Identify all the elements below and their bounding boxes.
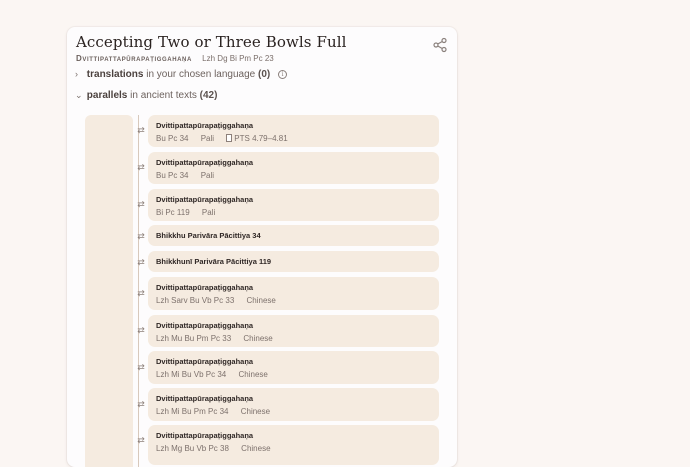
parallel-item[interactable]: Dvittipattapūrapaṭiggahaṇa Lzh Mg Bu Vb …: [148, 425, 439, 465]
parallel-arrows-icon: ⇄: [137, 162, 145, 172]
parallel-ref: Bu Pc 34: [156, 171, 189, 180]
parallel-meta: Lzh Mi Bu Vb Pc 34 Chinese: [156, 370, 278, 379]
parallel-lang: Chinese: [246, 296, 276, 305]
parallel-name: Dvittipattapūrapaṭiggahaṇa: [156, 357, 254, 366]
parallel-lang: Chinese: [238, 370, 268, 379]
page-title: Accepting Two or Three Bowls Full: [76, 33, 347, 51]
parallel-item[interactable]: Bhikkhunī Parivāra Pācittiya 119: [148, 251, 439, 272]
parallels-label: parallels: [86, 90, 128, 101]
parallel-lang: Chinese: [240, 407, 271, 416]
parallel-lang: Pali: [200, 171, 215, 180]
parallel-meta: Bu Pc 34 Pali PTS 4.79–4.81: [156, 134, 308, 143]
parallel-meta: Lzh Mi Bu Pm Pc 34 Chinese: [156, 407, 280, 416]
parallel-ref: Lzh Mi Bu Vb Pc 34: [156, 370, 227, 379]
parallel-name: Bhikkhunī Parivāra Pācittiya 119: [156, 257, 272, 266]
translations-suffix: in your chosen language: [146, 69, 256, 80]
parallel-name: Bhikkhu Parivāra Pācittiya 34: [156, 231, 261, 240]
translations-count: (0): [258, 69, 271, 80]
pts-reference[interactable]: PTS 4.79–4.81: [226, 134, 297, 143]
parallel-meta: Lzh Sarv Bu Vb Pc 33 Chinese: [156, 296, 286, 305]
parallel-lang: Pali: [200, 134, 215, 143]
share-icon[interactable]: [432, 37, 448, 53]
parallel-name: Dvittipattapūrapaṭiggahaṇa: [156, 431, 254, 440]
parallel-arrows-icon: ⇄: [137, 325, 145, 335]
sutta-card: Accepting Two or Three Bowls Full Dvitti…: [67, 27, 457, 467]
parallel-meta: Bu Pc 34 Pali: [156, 171, 224, 180]
parallel-arrows-icon: ⇄: [137, 288, 145, 298]
parallel-item[interactable]: Dvittipattapūrapaṭiggahaṇa Bu Pc 34 Pali: [148, 152, 439, 184]
parallel-name: Dvittipattapūrapaṭiggahaṇa: [156, 195, 254, 204]
parallel-arrows-icon: ⇄: [137, 435, 145, 445]
text-ids: Lzh Dg Bi Pm Pc 23: [202, 54, 274, 63]
parallel-lang: Chinese: [243, 334, 273, 343]
info-icon[interactable]: i: [278, 70, 288, 79]
subtitle-line: Dvittipattapūrapaṭiggahaṇa Lzh Dg Bi Pm …: [76, 54, 274, 63]
parallels-toggle[interactable]: ⌄ parallels in ancient texts (42): [75, 90, 217, 101]
parallel-item[interactable]: Dvittipattapūrapaṭiggahaṇa Lzh Mi Bu Pm …: [148, 388, 439, 421]
parallel-name: Dvittipattapūrapaṭiggahaṇa: [156, 121, 254, 130]
translations-toggle[interactable]: › translations in your chosen language (…: [75, 69, 288, 80]
parallel-meta: Lzh Mu Bu Pm Pc 33 Chinese: [156, 334, 283, 343]
parallels-suffix: in ancient texts: [130, 90, 197, 101]
translations-label: translations: [86, 69, 144, 80]
parallel-lang: Pali: [201, 208, 216, 217]
parallel-arrows-icon: ⇄: [137, 125, 145, 135]
parallel-item[interactable]: Dvittipattapūrapaṭiggahaṇa Bi Pc 119 Pal…: [148, 189, 439, 221]
parallel-item[interactable]: Bhikkhu Parivāra Pācittiya 34: [148, 225, 439, 246]
parallel-ref: Lzh Mu Bu Pm Pc 33: [156, 334, 232, 343]
pali-title: Dvittipattapūrapaṭiggahaṇa: [76, 54, 192, 63]
parallel-item[interactable]: Dvittipattapūrapaṭiggahaṇa Lzh Mi Bu Vb …: [148, 351, 439, 384]
chevron-down-icon: ⌄: [75, 90, 83, 100]
parallel-arrows-icon: ⇄: [137, 399, 145, 409]
parallel-item[interactable]: Dvittipattapūrapaṭiggahaṇa Bu Pc 34 Pali…: [148, 115, 439, 147]
parallels-count: (42): [199, 90, 218, 101]
parallel-arrows-icon: ⇄: [137, 257, 145, 267]
parallel-arrows-icon: ⇄: [137, 199, 145, 209]
parallel-ref: Lzh Mi Bu Pm Pc 34: [156, 407, 229, 416]
parallel-ref: Bi Pc 119: [156, 208, 190, 217]
parallel-ref: Lzh Sarv Bu Vb Pc 33: [156, 296, 235, 305]
parallel-item[interactable]: Dvittipattapūrapaṭiggahaṇa Lzh Mu Bu Pm …: [148, 315, 439, 347]
parallel-arrows-icon: ⇄: [137, 231, 145, 241]
parallel-ref: Bu Pc 34: [156, 134, 189, 143]
parallel-meta: Bi Pc 119 Pali: [156, 208, 225, 217]
parallel-item[interactable]: Dvittipattapūrapaṭiggahaṇa Lzh Sarv Bu V…: [148, 277, 439, 310]
parallel-arrows-icon: ⇄: [137, 362, 145, 372]
root-text-column: [85, 115, 133, 467]
parallel-name: Dvittipattapūrapaṭiggahaṇa: [156, 283, 254, 292]
parallel-name: Dvittipattapūrapaṭiggahaṇa: [156, 321, 254, 330]
chevron-right-icon: ›: [75, 69, 78, 79]
parallel-name: Dvittipattapūrapaṭiggahaṇa: [156, 158, 254, 167]
book-icon: [226, 134, 233, 142]
parallel-name: Dvittipattapūrapaṭiggahaṇa: [156, 394, 254, 403]
